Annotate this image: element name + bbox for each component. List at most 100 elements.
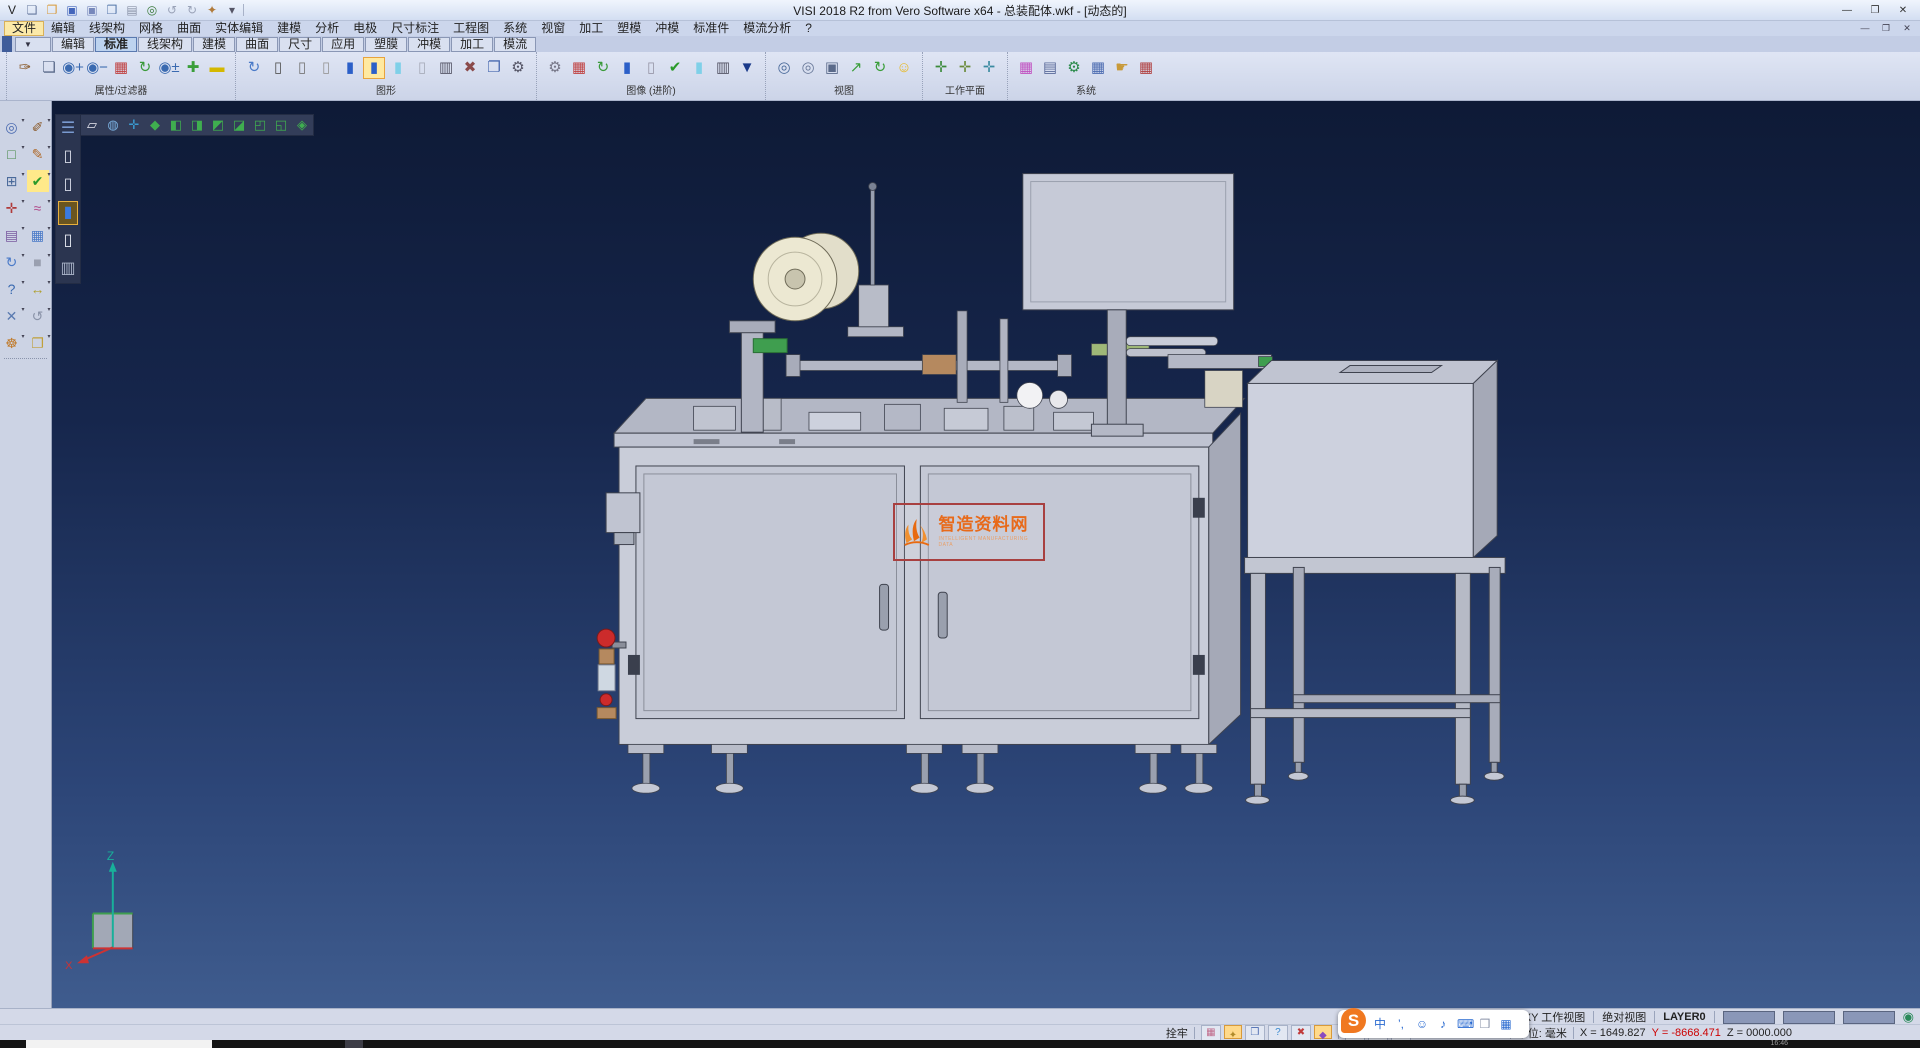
selection-plane-icon[interactable]: □ [1, 143, 23, 165]
workplane-set-icon[interactable]: ✛ [930, 57, 952, 79]
redo-icon[interactable]: ↻ [184, 2, 200, 18]
render-smiley-icon[interactable]: ☺ [893, 57, 915, 79]
workplane-align-icon[interactable]: ✛ [954, 57, 976, 79]
show-entities-icon[interactable]: ◉+ [62, 57, 84, 79]
menu-item[interactable]: 文件 [4, 21, 44, 36]
advanced-verify-icon[interactable]: ✔ [664, 57, 686, 79]
workflow-tab[interactable]: 标准 [95, 37, 137, 52]
open-folder-icon[interactable]: ❐ [44, 2, 60, 18]
calculator-icon[interactable]: ▤ [1039, 57, 1061, 79]
workflow-tab[interactable]: 建模 [193, 37, 235, 52]
transparent-view-icon[interactable]: ▮ [387, 57, 409, 79]
workplane-edit-icon[interactable]: ✛ [978, 57, 1000, 79]
hide-entities-icon[interactable]: ◉− [86, 57, 108, 79]
ime-punct-icon[interactable]: ’, [1394, 1011, 1408, 1037]
ime-emoji-icon[interactable]: ☺ [1415, 1011, 1429, 1037]
layer-indicator[interactable]: LAYER0 [1663, 1011, 1705, 1023]
taskbar-window-button[interactable] [26, 1040, 212, 1048]
menu-item[interactable]: 塑模 [610, 21, 648, 36]
visi-logo[interactable]: V [4, 2, 20, 18]
zoom-extents-icon[interactable]: ▣ [821, 57, 843, 79]
shaded-light-mode-icon[interactable]: ▯ [58, 229, 78, 253]
iso-view-icon[interactable]: ◰ [250, 116, 270, 134]
left-door[interactable] [636, 466, 905, 719]
snap-help-icon[interactable]: ? [1268, 1025, 1288, 1041]
hopper-box[interactable] [1248, 383, 1474, 557]
axis-view-icon[interactable]: ✛ [124, 116, 144, 134]
menu-item[interactable]: 网格 [132, 21, 170, 36]
menu-item[interactable]: 分析 [308, 21, 346, 36]
dashed-hidden-view-icon[interactable]: ▯ [315, 57, 337, 79]
ime-mic-icon[interactable]: ♪ [1436, 1011, 1450, 1037]
workflow-tab[interactable]: 尺寸 [279, 37, 321, 52]
snap-grid-icon[interactable]: ▦ [1201, 1025, 1221, 1041]
hidden-mode-icon[interactable]: ▯ [58, 173, 78, 197]
menu-item[interactable]: 建模 [270, 21, 308, 36]
refresh-view-icon[interactable]: ↻ [869, 57, 891, 79]
ime-skin-icon[interactable]: ▦ [1499, 1011, 1513, 1037]
color-palette-icon[interactable]: ▦ [1015, 57, 1037, 79]
save-icon[interactable]: ▣ [64, 2, 80, 18]
iso-back-view-icon[interactable]: ◱ [271, 116, 291, 134]
main-cabinet[interactable] [606, 398, 1244, 744]
select-hand-icon[interactable]: ☛ [1111, 57, 1133, 79]
copy-attributes-icon[interactable]: ❏ [38, 57, 60, 79]
advanced-hatched-icon[interactable]: ▥ [712, 57, 734, 79]
menu-item[interactable]: 加工 [572, 21, 610, 36]
copy-graphics-icon[interactable]: ❐ [483, 57, 505, 79]
save-as-icon[interactable]: ▣ [84, 2, 100, 18]
advanced-tools-icon[interactable]: ⚙ [544, 57, 566, 79]
trash-icon[interactable]: ✕ [1, 305, 23, 327]
absolute-view-button[interactable]: 绝对视图 [1602, 1009, 1646, 1025]
help-icon[interactable]: ? [1, 278, 23, 300]
globe-icon[interactable]: ◉ [1903, 1009, 1914, 1025]
grid-window-icon[interactable]: ▦ [27, 224, 49, 246]
filter-traffic-light-icon[interactable]: ▦ [110, 57, 132, 79]
preview-icon[interactable]: ◎ [144, 2, 160, 18]
snap-cube-icon[interactable]: ◆ [1314, 1025, 1332, 1039]
purge-graphics-icon[interactable]: ✖ [459, 57, 481, 79]
menu-item[interactable]: ? [798, 21, 819, 36]
grid-settings-icon[interactable]: ▦ [1135, 57, 1157, 79]
flat-view-icon[interactable]: ▯ [411, 57, 433, 79]
print-icon[interactable]: ▤ [124, 2, 140, 18]
ucs-axes-icon[interactable]: ✛ [1, 197, 23, 219]
zoom-entities-icon[interactable]: ◎ [1, 116, 23, 138]
zoom-window-icon[interactable]: ◎ [797, 57, 819, 79]
left-door-handle[interactable] [880, 584, 889, 630]
menu-item[interactable]: 标准件 [686, 21, 736, 36]
wireframe-view-icon[interactable]: ▯ [267, 57, 289, 79]
shaded-mode-icon[interactable]: ▮ [58, 201, 78, 225]
save-all-icon[interactable]: ❒ [104, 2, 120, 18]
snap-wand-icon[interactable]: ✦ [1224, 1025, 1242, 1039]
mdi-minimize-button[interactable]: — [1855, 21, 1875, 35]
lock-label[interactable]: 拴牢 [1166, 1025, 1188, 1041]
workflow-tab[interactable]: 线架构 [138, 37, 192, 52]
minimize-button[interactable]: — [1834, 3, 1860, 18]
taskbar-app-button[interactable] [345, 1040, 363, 1048]
import-folder-icon[interactable]: ❐ [27, 332, 49, 354]
menu-item[interactable]: 冲模 [648, 21, 686, 36]
section-mode-icon[interactable]: ▥ [58, 257, 78, 281]
new-file-icon[interactable]: ❏ [24, 2, 40, 18]
snap-disable-icon[interactable]: ✖ [1291, 1025, 1311, 1041]
maximize-button[interactable]: ❐ [1862, 3, 1888, 18]
advanced-traffic-light-icon[interactable]: ▦ [568, 57, 590, 79]
mdi-restore-button[interactable]: ❐ [1876, 21, 1896, 35]
workflow-tab[interactable]: 塑膜 [365, 37, 407, 52]
regenerate-icon[interactable]: ↻ [134, 57, 156, 79]
navigator-wheel-icon[interactable]: ☸ [1, 332, 23, 354]
measure-distance-icon[interactable]: ↔ [27, 278, 49, 300]
menu-item[interactable]: 实体编辑 [208, 21, 270, 36]
options-table-icon[interactable]: ▦ [1087, 57, 1109, 79]
spline-edit-icon[interactable]: ≈ [27, 197, 49, 219]
menu-item[interactable]: 尺寸标注 [384, 21, 446, 36]
workflow-tab[interactable]: 模流 [494, 37, 536, 52]
monitor-panel[interactable] [1023, 174, 1234, 310]
top-view-icon[interactable]: ◆ [145, 116, 165, 134]
graphics-settings-icon[interactable]: ⚙ [507, 57, 529, 79]
sync-graphics-icon[interactable]: ↻ [243, 57, 265, 79]
refresh-model-icon[interactable]: ↻ [1, 251, 23, 273]
menu-item[interactable]: 线架构 [82, 21, 132, 36]
toolbar-options-icon[interactable]: ▾ [224, 2, 240, 18]
